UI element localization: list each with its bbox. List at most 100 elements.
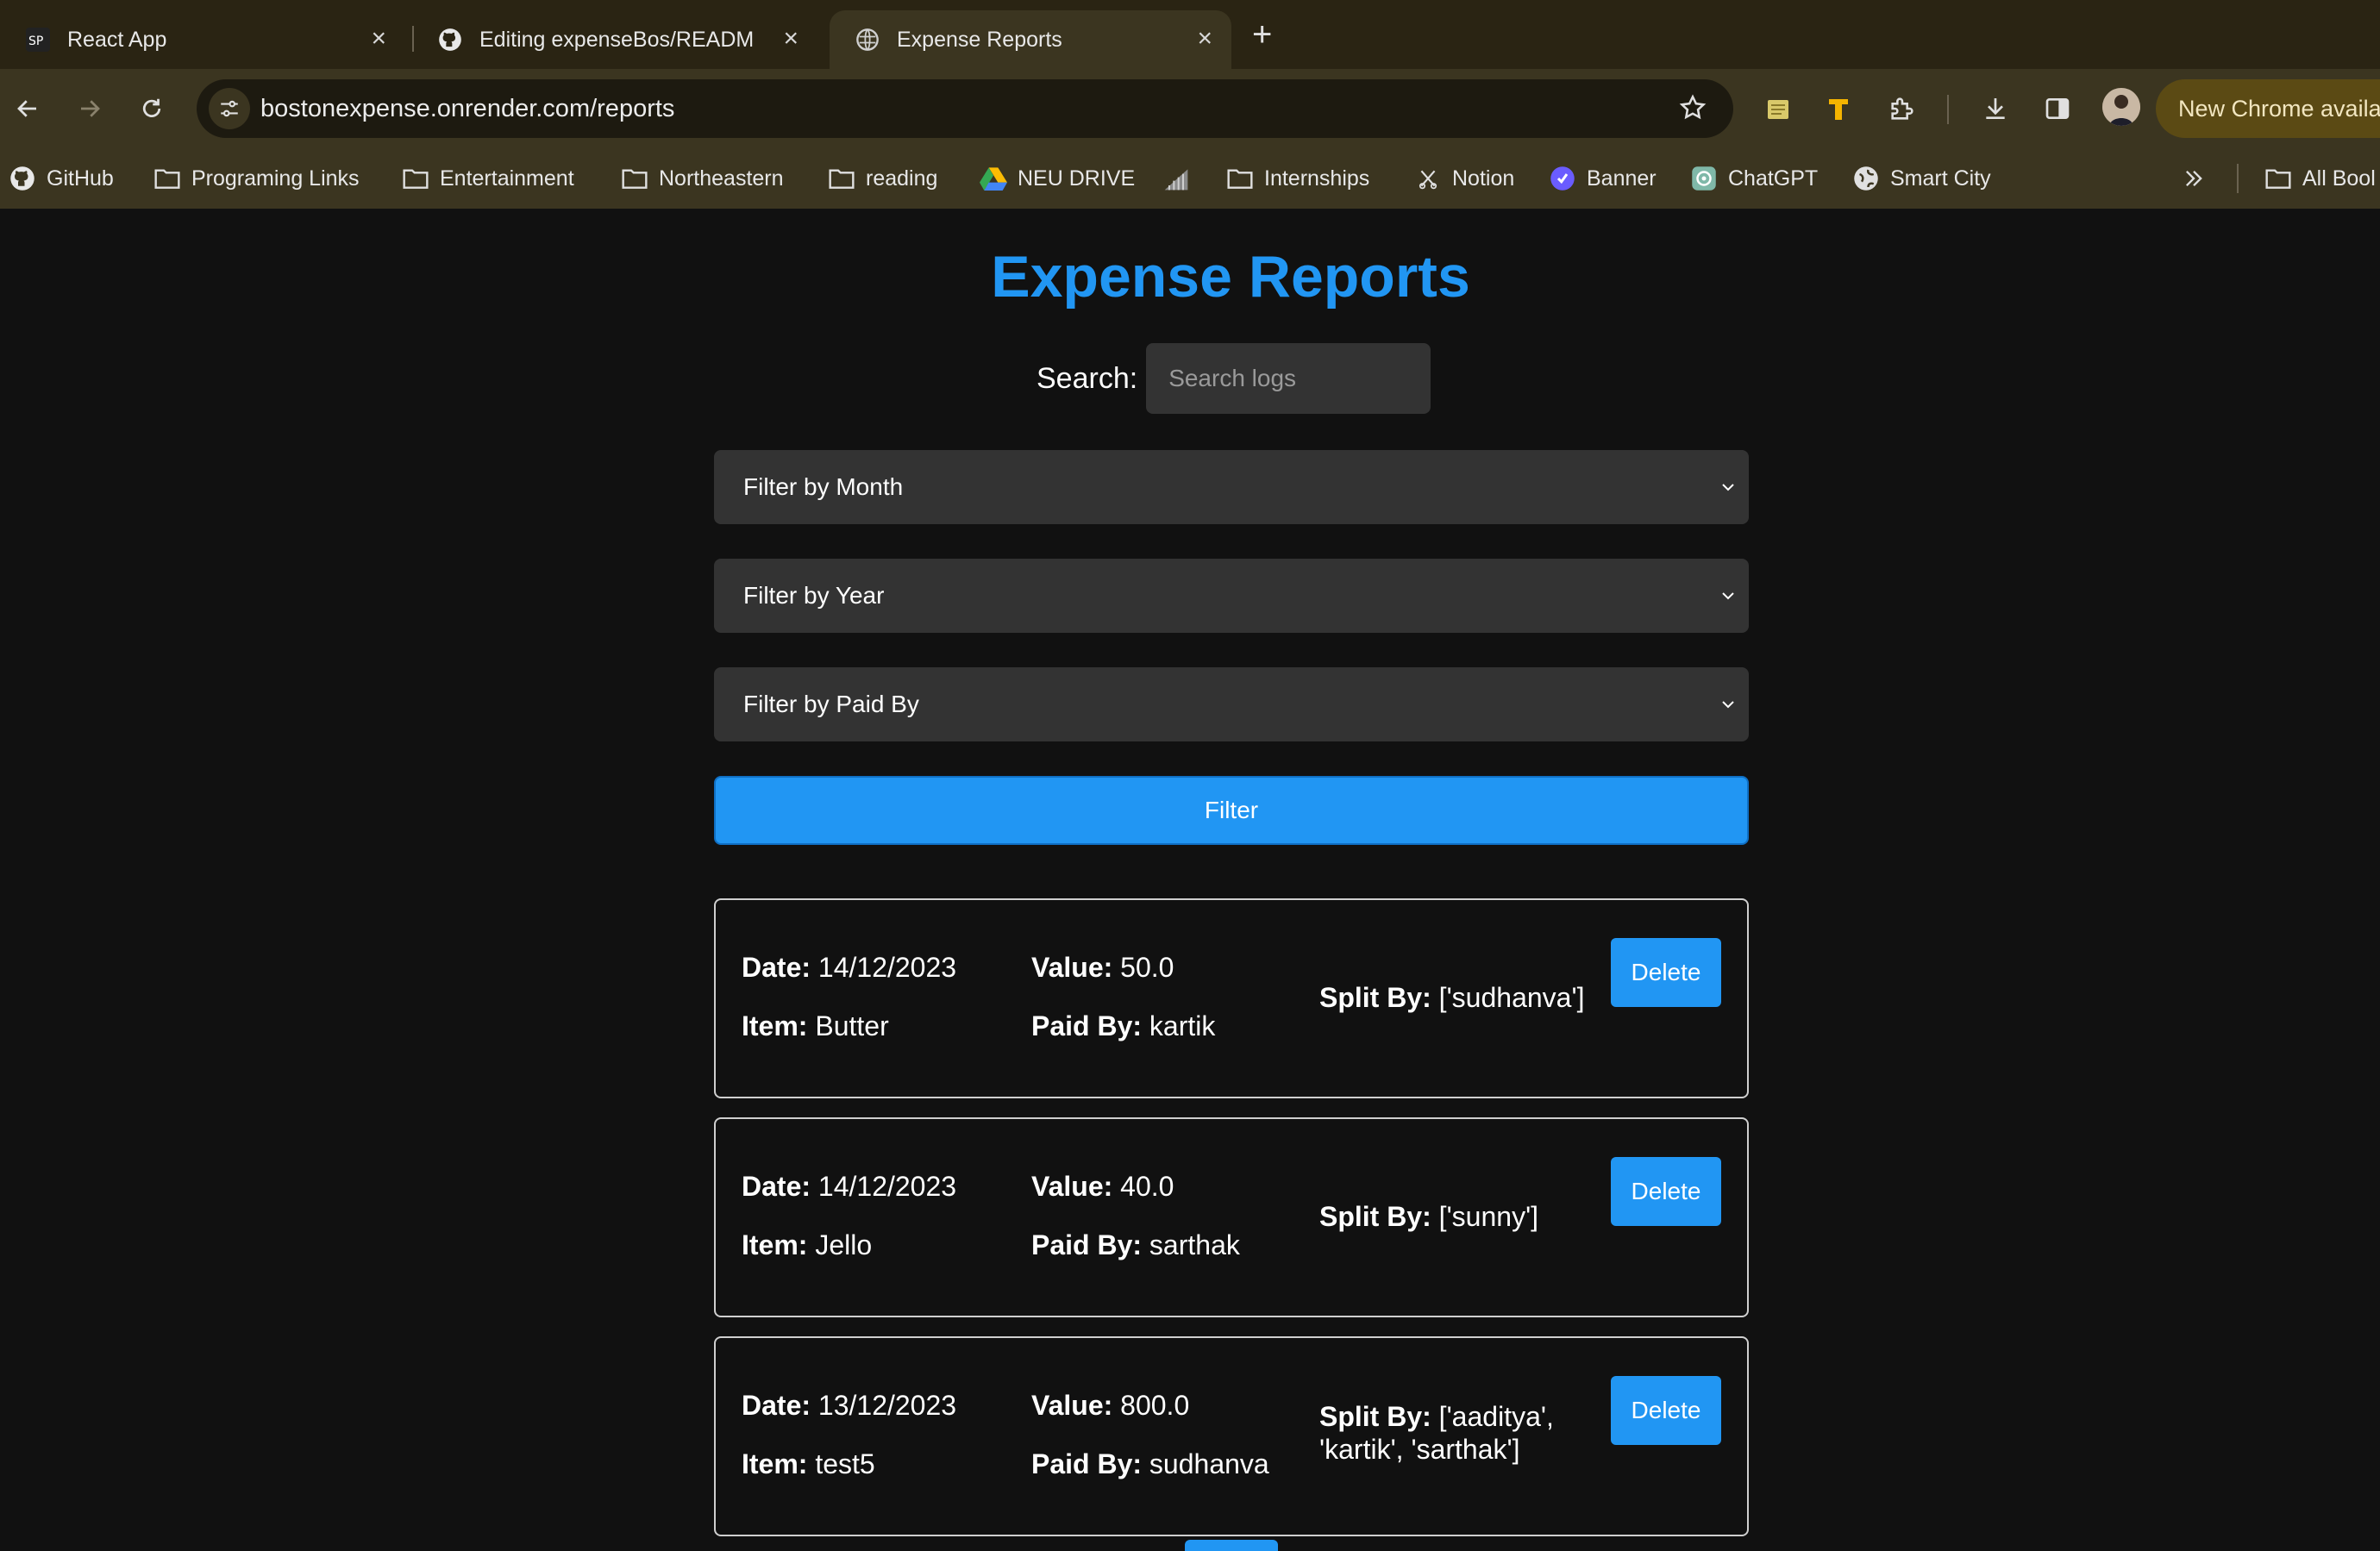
expense-card: Date: 14/12/2023 Item: Butter Value: 50.… xyxy=(714,898,1749,1098)
expense-split-by: Split By: ['sudhanva'] xyxy=(1319,982,1585,1013)
bookmark-notion[interactable]: Notion xyxy=(1414,162,1514,195)
browser-tab-bar: SP React App × Editing expenseBos/README… xyxy=(0,0,2380,69)
folder-icon xyxy=(828,165,855,192)
expense-card: Date: 14/12/2023 Item: Jello Value: 40.0… xyxy=(714,1117,1749,1317)
expense-paid-by: Paid By: sarthak xyxy=(1031,1229,1240,1260)
bookmark-chatgpt[interactable]: ChatGPT xyxy=(1690,162,1818,195)
notes-extension-icon[interactable] xyxy=(1761,91,1795,126)
expense-item: Item: Jello xyxy=(742,1229,873,1260)
expense-date: Date: 13/12/2023 xyxy=(742,1390,957,1421)
chart-icon xyxy=(1162,165,1190,192)
bookmarks-bar: GitHub Programing Links Entertainment No… xyxy=(0,148,2380,210)
filter-paid-by-label: Filter by Paid By xyxy=(743,691,919,717)
close-tab-icon[interactable]: × xyxy=(1197,26,1212,52)
delete-button[interactable]: Delete xyxy=(1611,1157,1721,1226)
delete-button[interactable]: Delete xyxy=(1611,938,1721,1007)
github-icon xyxy=(438,28,462,52)
expense-paid-by: Paid By: sudhanva xyxy=(1031,1448,1269,1479)
search-input[interactable] xyxy=(1146,343,1431,414)
folder-icon xyxy=(153,165,181,192)
bookmark-label: Notion xyxy=(1452,166,1515,191)
bookmark-all-bookmarks[interactable]: All Bool xyxy=(2264,162,2376,195)
search-row: Search: xyxy=(1037,343,1431,414)
bookmark-chart[interactable] xyxy=(1162,162,1200,195)
github-icon xyxy=(9,165,36,192)
page-content: Expense Reports Search: Filter by Month … xyxy=(0,209,2380,1551)
react-app-favicon-icon: SP xyxy=(26,28,50,52)
folder-icon xyxy=(402,165,429,192)
chevron-down-icon xyxy=(1718,585,1738,612)
profile-avatar[interactable] xyxy=(2102,88,2140,126)
tab-editing-readme[interactable]: Editing expenseBos/README × xyxy=(412,10,817,69)
chatgpt-icon xyxy=(1690,165,1718,192)
bookmark-neu-drive[interactable]: NEU DRIVE xyxy=(980,162,1135,195)
chevron-down-icon xyxy=(1718,693,1738,721)
filter-month-label: Filter by Month xyxy=(743,473,904,500)
filter-paid-by-select[interactable]: Filter by Paid By xyxy=(714,667,1749,741)
toolbar-divider xyxy=(1947,95,1949,124)
tab-expense-reports[interactable]: Expense Reports × xyxy=(830,10,1231,69)
next-button-partial[interactable] xyxy=(1185,1540,1278,1551)
forward-arrow-icon[interactable] xyxy=(72,91,107,126)
filter-month-select[interactable]: Filter by Month xyxy=(714,450,1749,524)
expense-paid-by: Paid By: kartik xyxy=(1031,1010,1216,1041)
bookmark-github[interactable]: GitHub xyxy=(9,162,114,195)
filter-button[interactable]: Filter xyxy=(714,776,1749,845)
page-title: Expense Reports xyxy=(991,244,1470,310)
notion-icon xyxy=(1414,165,1442,192)
address-bar[interactable]: bostonexpense.onrender.com/reports xyxy=(197,79,1733,138)
expense-date: Date: 14/12/2023 xyxy=(742,1171,957,1202)
bookmark-smart-city[interactable]: Smart City xyxy=(1852,162,1991,195)
filter-year-select[interactable]: Filter by Year xyxy=(714,559,1749,633)
tab-title: React App xyxy=(67,27,167,52)
tab-title: Expense Reports xyxy=(897,27,1062,52)
bookmark-label: reading xyxy=(866,166,938,191)
bookmark-entertainment[interactable]: Entertainment xyxy=(402,162,574,195)
banner-icon xyxy=(1549,165,1576,192)
close-tab-icon[interactable]: × xyxy=(371,26,386,52)
reload-icon[interactable] xyxy=(135,91,169,126)
close-tab-icon[interactable]: × xyxy=(783,26,799,52)
back-arrow-icon[interactable] xyxy=(10,91,45,126)
expense-value: Value: 800.0 xyxy=(1031,1390,1190,1421)
site-settings-icon[interactable] xyxy=(209,88,250,129)
bookmark-label: Banner xyxy=(1587,166,1657,191)
url-text: bostonexpense.onrender.com/reports xyxy=(260,95,675,122)
bookmark-internships[interactable]: Internships xyxy=(1226,162,1369,195)
bookmark-label: Smart City xyxy=(1890,166,1991,191)
expense-item: Item: test5 xyxy=(742,1448,875,1479)
expense-split-by: Split By: ['aaditya', 'kartik', 'sarthak… xyxy=(1319,1401,1554,1465)
tab-title: Editing expenseBos/README xyxy=(479,27,755,52)
expense-card: Date: 13/12/2023 Item: test5 Value: 800.… xyxy=(714,1336,1749,1536)
expense-date: Date: 14/12/2023 xyxy=(742,952,957,983)
bookmark-label: All Bool xyxy=(2302,166,2376,191)
expense-item: Item: Butter xyxy=(742,1010,889,1041)
expense-value: Value: 40.0 xyxy=(1031,1171,1174,1202)
side-panel-icon[interactable] xyxy=(2040,91,2075,126)
svg-text:SP: SP xyxy=(28,34,43,48)
extensions-puzzle-icon[interactable] xyxy=(1885,91,1920,126)
delete-button[interactable]: Delete xyxy=(1611,1376,1721,1445)
bookmark-label: NEU DRIVE xyxy=(1018,166,1136,191)
search-label: Search: xyxy=(1037,361,1138,395)
extension-t-icon[interactable] xyxy=(1821,91,1856,126)
filter-year-label: Filter by Year xyxy=(743,582,885,609)
bookmark-programing-links[interactable]: Programing Links xyxy=(153,162,360,195)
bookmark-star-icon[interactable] xyxy=(1678,93,1707,127)
bookmark-banner[interactable]: Banner xyxy=(1549,162,1657,195)
bookmark-divider xyxy=(2237,164,2239,193)
download-icon[interactable] xyxy=(1978,91,2013,126)
chevron-down-icon xyxy=(1718,476,1738,503)
bookmark-label: Entertainment xyxy=(440,166,574,191)
globe-icon xyxy=(1852,165,1880,192)
expense-value: Value: 50.0 xyxy=(1031,952,1174,983)
bookmark-label: Northeastern xyxy=(659,166,784,191)
chrome-update-button[interactable]: New Chrome availa xyxy=(2156,79,2380,138)
bookmark-label: GitHub xyxy=(47,166,114,191)
tab-react-app[interactable]: SP React App × xyxy=(0,10,405,69)
bookmark-northeastern[interactable]: Northeastern xyxy=(621,162,784,195)
bookmark-reading[interactable]: reading xyxy=(828,162,937,195)
drive-icon xyxy=(980,165,1007,192)
new-tab-icon[interactable]: + xyxy=(1252,17,1272,52)
bookmarks-overflow-chevron-icon[interactable] xyxy=(2182,162,2206,195)
